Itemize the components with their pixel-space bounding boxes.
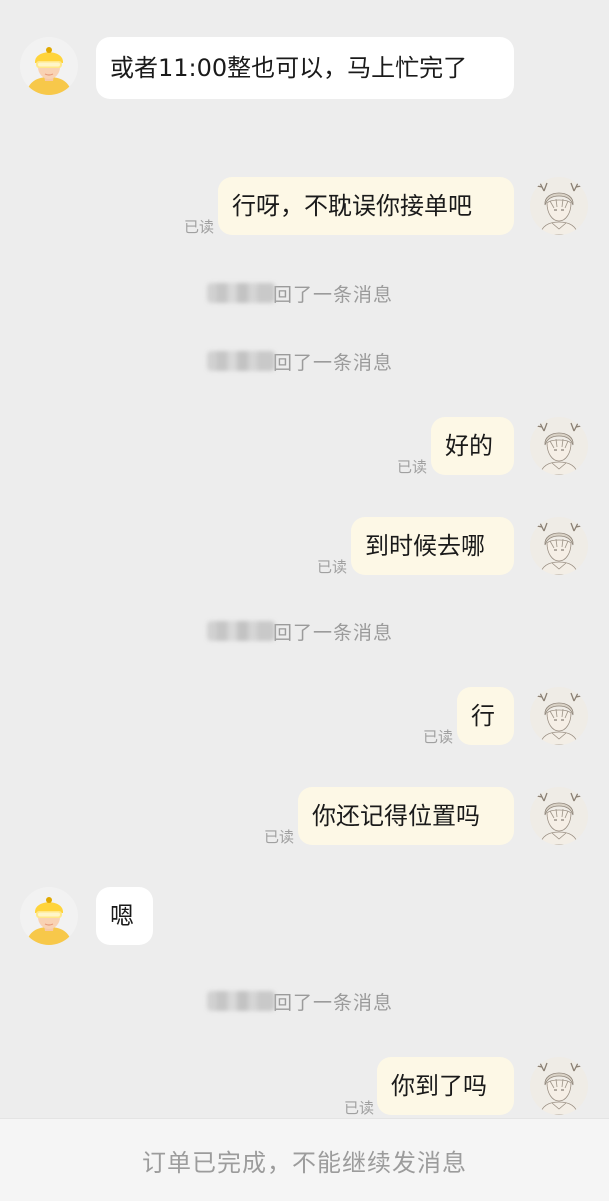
message-bubble[interactable]: 或者11:00整也可以，马上忙完了 (96, 37, 514, 99)
message-text: 你还记得位置吗 (312, 802, 480, 830)
message-text: 行呀，不耽误你接单吧 (232, 192, 472, 220)
message-text: 或者11:00整也可以，马上忙完了 (110, 54, 468, 82)
system-notice: 回了一条消息 (207, 989, 394, 1014)
rider-avatar-icon (20, 37, 78, 95)
user-avatar[interactable] (530, 787, 588, 845)
message-bubble[interactable]: 你到了吗 (377, 1057, 514, 1115)
user-avatar[interactable] (530, 687, 588, 745)
order-completed-text: 订单已完成，不能继续发消息 (142, 1148, 467, 1177)
message-text: 到时候去哪 (365, 532, 485, 560)
read-receipt: 已读 (317, 558, 348, 576)
system-notice: 回了一条消息 (207, 281, 394, 306)
system-notice-text: 回了一条消息 (273, 351, 394, 374)
read-receipt: 已读 (184, 218, 215, 236)
read-receipt: 已读 (397, 458, 428, 476)
order-completed-notice: 订单已完成，不能继续发消息 (0, 1118, 609, 1201)
user-avatar[interactable] (530, 177, 588, 235)
message-text: 好的 (445, 432, 493, 460)
blurred-username (207, 351, 275, 371)
message-text: 行 (471, 702, 495, 730)
antler-boy-avatar-icon (530, 177, 588, 235)
blurred-username (207, 621, 275, 641)
message-bubble[interactable]: 行呀，不耽误你接单吧 (218, 177, 514, 235)
message-text: 你到了吗 (391, 1072, 487, 1100)
rider-avatar-icon (20, 887, 78, 945)
read-receipt: 已读 (423, 728, 454, 746)
antler-boy-avatar-icon (530, 517, 588, 575)
antler-boy-avatar-icon (530, 787, 588, 845)
user-avatar[interactable] (530, 517, 588, 575)
system-notice: 回了一条消息 (207, 619, 394, 644)
message-bubble[interactable]: 你还记得位置吗 (298, 787, 514, 845)
system-notice-text: 回了一条消息 (273, 991, 394, 1014)
blurred-username (207, 991, 275, 1011)
read-receipt: 已读 (264, 828, 295, 846)
blurred-username (207, 283, 275, 303)
antler-boy-avatar-icon (530, 417, 588, 475)
user-avatar[interactable] (530, 417, 588, 475)
rider-avatar[interactable] (20, 887, 78, 945)
message-bubble[interactable]: 行 (457, 687, 514, 745)
antler-boy-avatar-icon (530, 1057, 588, 1115)
message-text: 嗯 (110, 902, 134, 930)
system-notice: 回了一条消息 (207, 349, 394, 374)
message-bubble[interactable]: 到时候去哪 (351, 517, 514, 575)
user-avatar[interactable] (530, 1057, 588, 1115)
rider-avatar[interactable] (20, 37, 78, 95)
antler-boy-avatar-icon (530, 687, 588, 745)
message-bubble[interactable]: 嗯 (96, 887, 153, 945)
system-notice-text: 回了一条消息 (273, 283, 394, 306)
read-receipt: 已读 (344, 1099, 375, 1117)
system-notice-text: 回了一条消息 (273, 621, 394, 644)
message-bubble[interactable]: 好的 (431, 417, 514, 475)
